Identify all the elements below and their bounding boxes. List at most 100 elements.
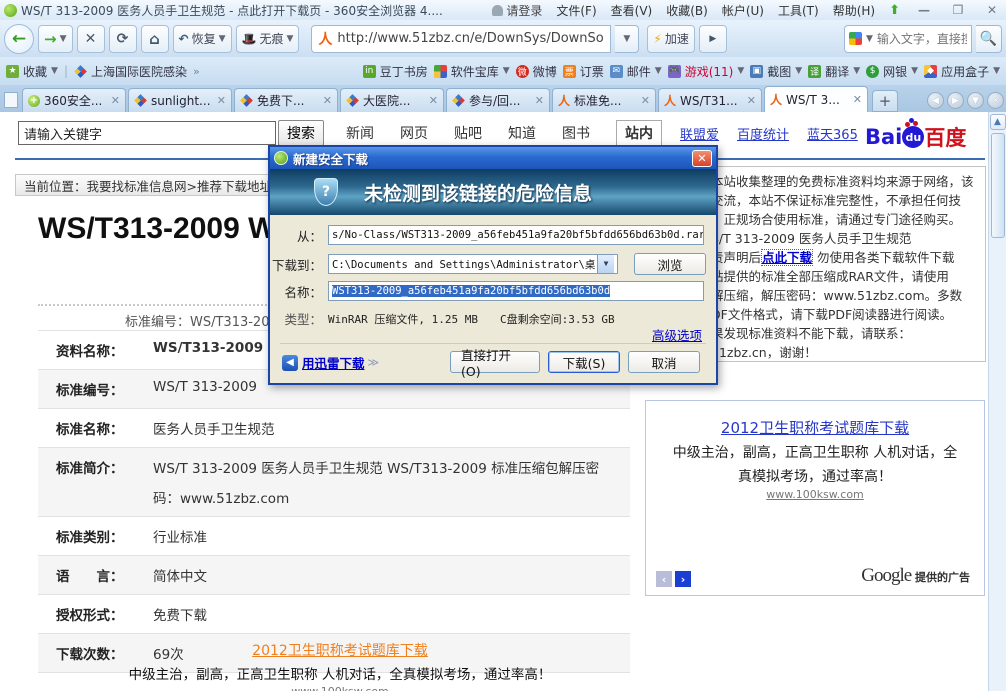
- stop-button[interactable]: ✕: [77, 25, 105, 53]
- bookmark-weibo[interactable]: 微微博: [516, 63, 557, 80]
- bookmark-translate[interactable]: 译翻译▼: [808, 63, 860, 80]
- tab-close-icon[interactable]: ✕: [429, 94, 438, 107]
- tab-close-icon[interactable]: ✕: [747, 94, 756, 107]
- forward-button[interactable]: →▼: [38, 25, 73, 53]
- address-dropdown-button[interactable]: ▼: [615, 25, 639, 53]
- tab-free-download[interactable]: 免费下...✕: [234, 88, 338, 112]
- close-button[interactable]: ✕: [982, 3, 1002, 17]
- chevron-down-icon: ▼: [853, 66, 860, 76]
- saveto-field[interactable]: C:\Documents and Settings\Administrator\…: [328, 254, 618, 274]
- tab-hospital[interactable]: 大医院...✕: [340, 88, 444, 112]
- nav-news[interactable]: 新闻: [346, 123, 374, 143]
- link-baidu-tongji[interactable]: 百度统计: [737, 124, 789, 143]
- search-engine-icon[interactable]: [849, 32, 862, 45]
- tab-close-icon[interactable]: ✕: [217, 94, 226, 107]
- combo-dropdown-icon[interactable]: ▼: [597, 255, 614, 273]
- ad-next-button[interactable]: ›: [675, 571, 691, 587]
- new-tab-button[interactable]: +: [872, 90, 898, 112]
- refresh-button[interactable]: ⟳: [109, 25, 137, 53]
- bookmark-bank[interactable]: $网银▼: [866, 63, 918, 80]
- menu-view[interactable]: 查看(V): [611, 2, 653, 19]
- tab-standard-free[interactable]: 人标准免...✕: [552, 88, 656, 112]
- filename-field[interactable]: WST313-2009_a56feb451a9fa20bf5bfdd656bd6…: [328, 281, 704, 301]
- speed-more-button[interactable]: ▶: [699, 25, 727, 53]
- bookmark-software-box[interactable]: 软件宝库▼: [434, 63, 510, 80]
- bookmark-tickets[interactable]: 票订票: [563, 63, 604, 80]
- star-icon: ★: [6, 65, 19, 78]
- tab-participate[interactable]: 参与/回...✕: [446, 88, 550, 112]
- ad-url-link[interactable]: www.100ksw.com: [646, 488, 984, 501]
- bottom-ad-url[interactable]: www.100ksw.com: [60, 685, 620, 691]
- incognito-button[interactable]: 🎩无痕▼: [236, 25, 300, 53]
- dialog-close-button[interactable]: ✕: [692, 150, 712, 167]
- tab-scroll-right-button[interactable]: ▶: [947, 92, 964, 109]
- bookmark-appbox[interactable]: ◆应用盒子▼: [924, 63, 1000, 80]
- page-scrollbar[interactable]: ▲: [988, 112, 1006, 691]
- link-lantian365[interactable]: 蓝天365: [807, 124, 858, 143]
- nav-web[interactable]: 网页: [400, 123, 428, 143]
- tab-sunlight[interactable]: sunlight...✕: [128, 88, 232, 112]
- search-go-button[interactable]: 🔍: [976, 25, 1002, 53]
- favorites-menu-button[interactable]: ★收藏▼: [6, 63, 58, 80]
- tab-360-safety[interactable]: +360安全...✕: [22, 88, 126, 112]
- address-bar[interactable]: 人: [311, 25, 611, 53]
- bookmark-docin[interactable]: in豆丁书房: [363, 63, 428, 80]
- chevron-down-icon: ▼: [737, 66, 744, 76]
- nav-books[interactable]: 图书: [562, 123, 590, 143]
- ad-pager: ‹ ›: [656, 571, 691, 587]
- tab-wst3-active[interactable]: 人WS/T 3...✕: [764, 86, 868, 112]
- maximize-button[interactable]: ❐: [948, 3, 968, 17]
- tab-close-icon[interactable]: ✕: [111, 94, 120, 107]
- home-button[interactable]: ⌂: [141, 25, 169, 53]
- menu-favorites[interactable]: 收藏(B): [666, 2, 708, 19]
- scrollbar-thumb[interactable]: [991, 133, 1005, 238]
- thunder-download-link[interactable]: 用迅雷下载: [302, 353, 365, 372]
- download-button[interactable]: 下载(S): [548, 351, 620, 373]
- nav-tieba[interactable]: 贴吧: [454, 123, 482, 143]
- tab-close-icon[interactable]: ✕: [641, 94, 650, 107]
- open-directly-button[interactable]: 直接打开(O): [450, 351, 540, 373]
- bookmark-screenshot[interactable]: ▣截图▼: [750, 63, 802, 80]
- back-button[interactable]: ←: [4, 24, 34, 54]
- bottom-ad-link[interactable]: 2012卫生职称考试题库下载: [60, 640, 620, 660]
- menu-file[interactable]: 文件(F): [556, 2, 596, 19]
- minimize-button[interactable]: —: [914, 3, 934, 17]
- search-input[interactable]: [877, 32, 967, 46]
- bookmark-games[interactable]: 🎮游戏(11)▼: [668, 63, 745, 80]
- skin-icon[interactable]: ⬆: [889, 3, 900, 18]
- ad-prev-button[interactable]: ‹: [656, 571, 672, 587]
- nav-zhidao[interactable]: 知道: [508, 123, 536, 143]
- menu-account[interactable]: 帐户(U): [722, 2, 764, 19]
- address-input[interactable]: [337, 31, 604, 46]
- bookmark-shanghai-hospital[interactable]: 上海国际医院感染: [74, 63, 187, 80]
- keyword-input[interactable]: [18, 121, 276, 145]
- tab-close-icon[interactable]: ✕: [323, 94, 332, 107]
- bookmark-mail[interactable]: ✉邮件▼: [610, 63, 662, 80]
- login-button[interactable]: 请登录: [492, 2, 542, 19]
- restore-session-button[interactable]: ↶恢复▼: [173, 25, 232, 53]
- overflow-chevron-icon[interactable]: »: [193, 65, 200, 78]
- click-to-download-link[interactable]: 点此下载: [761, 249, 813, 266]
- nav-site-search[interactable]: 站内: [616, 120, 662, 146]
- speed-button[interactable]: ⚡加速: [647, 25, 694, 53]
- link-lianmengai[interactable]: 联盟爱: [680, 124, 719, 143]
- advanced-options-link[interactable]: 高级选项: [652, 325, 702, 344]
- from-field[interactable]: s/No-Class/WST313-2009_a56feb451a9fa20bf…: [328, 225, 704, 245]
- menu-tools[interactable]: 工具(T): [778, 2, 819, 19]
- menu-help[interactable]: 帮助(H): [833, 2, 875, 19]
- tab-wst31[interactable]: 人WS/T31...✕: [658, 88, 762, 112]
- search-box[interactable]: ▼: [844, 25, 972, 53]
- browse-button[interactable]: 浏览: [634, 253, 706, 275]
- ad-title-link[interactable]: 2012卫生职称考试题库下载: [646, 417, 984, 438]
- tab-list-dropdown-button[interactable]: ▼: [967, 92, 984, 109]
- tab-scroll-left-button[interactable]: ◀: [927, 92, 944, 109]
- tab-list-icon[interactable]: [4, 92, 18, 108]
- cancel-button[interactable]: 取消: [628, 351, 700, 373]
- double-chevron-icon[interactable]: ≫: [368, 356, 380, 369]
- table-row: 语 言：简体中文: [38, 556, 630, 595]
- scroll-up-button[interactable]: ▲: [990, 114, 1006, 130]
- tab-close-all-button[interactable]: ✕: [987, 92, 1004, 109]
- tab-close-icon[interactable]: ✕: [535, 94, 544, 107]
- site-search-button[interactable]: 搜索: [278, 120, 324, 146]
- tab-close-icon[interactable]: ✕: [853, 93, 862, 106]
